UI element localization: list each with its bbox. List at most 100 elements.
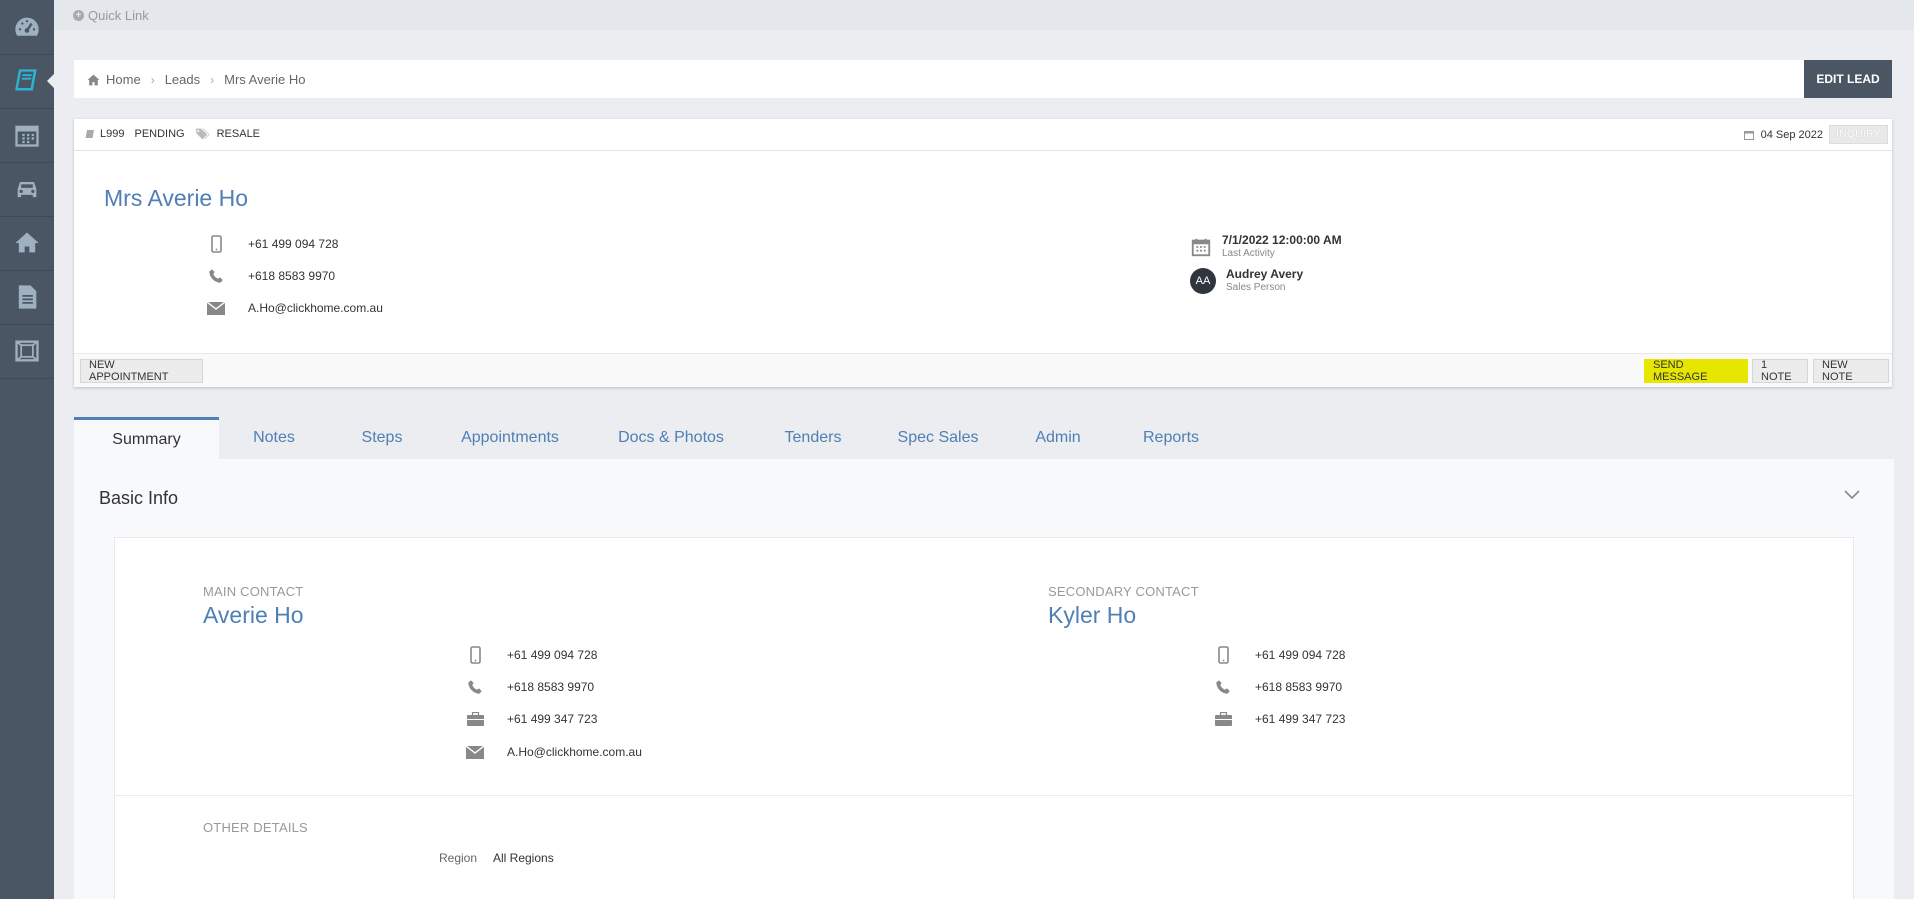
secondary-contact-name[interactable]: Kyler Ho xyxy=(1048,602,1136,629)
divider xyxy=(115,795,1853,796)
mobile-icon xyxy=(210,235,222,253)
lead-mobile-value[interactable]: +61 499 094 728 xyxy=(248,237,338,251)
secondary-contact-label: SECONDARY CONTACT xyxy=(1048,584,1199,599)
lead-card-footer: NEW APPOINTMENT SEND MESSAGE 1 NOTE NEW … xyxy=(74,353,1892,387)
new-note-button[interactable]: NEW NOTE xyxy=(1813,359,1889,383)
main-contact-name[interactable]: Averie Ho xyxy=(203,602,304,629)
tab-notes[interactable]: Notes xyxy=(219,417,329,459)
lead-id: L999 xyxy=(84,128,124,140)
phone-icon xyxy=(1216,680,1230,694)
sales-person: AA Audrey Avery Sales Person xyxy=(1190,268,1303,294)
breadcrumb-home[interactable]: Home xyxy=(87,72,141,87)
tags-icon xyxy=(195,128,210,140)
edit-lead-button[interactable]: EDIT LEAD xyxy=(1804,60,1892,98)
tab-summary[interactable]: Summary xyxy=(74,417,219,459)
sidebar-item-vehicles[interactable] xyxy=(0,162,54,216)
last-activity-label: Last Activity xyxy=(1222,248,1275,259)
calendar-icon xyxy=(1743,130,1754,140)
briefcase-icon xyxy=(1214,712,1232,726)
phone-icon xyxy=(468,680,482,694)
sidebar-item-calendar[interactable] xyxy=(0,108,54,162)
book-icon xyxy=(85,129,94,138)
secondary-contact-phone-value[interactable]: +618 8583 9970 xyxy=(1255,680,1342,694)
secondary-contact-mobile: +61 499 094 728 xyxy=(1205,646,1345,664)
main-contact-mobile: +61 499 094 728 xyxy=(457,646,597,664)
quick-link-label: Quick Link xyxy=(88,8,149,23)
sidebar-item-floorplans[interactable] xyxy=(0,324,54,378)
sidebar-item-leads[interactable] xyxy=(0,54,55,108)
sidebar-item-homes[interactable] xyxy=(0,216,54,270)
tab-docs-photos[interactable]: Docs & Photos xyxy=(585,417,757,459)
sidebar-item-dashboard[interactable] xyxy=(0,0,54,54)
main-contact-email-value[interactable]: A.Ho@clickhome.com.au xyxy=(507,745,642,759)
summary-panel: Basic Info MAIN CONTACT Averie Ho +61 49… xyxy=(74,459,1894,899)
secondary-contact-mobile-value[interactable]: +61 499 094 728 xyxy=(1255,648,1345,662)
lead-phone-value[interactable]: +618 8583 9970 xyxy=(248,269,335,283)
sidebar xyxy=(0,0,55,899)
section-title: Basic Info xyxy=(99,488,179,508)
breadcrumb: Home › Leads › Mrs Averie Ho xyxy=(87,72,306,87)
stage-badge: INQUIRY xyxy=(1829,125,1888,144)
main-contact-work: +61 499 347 723 xyxy=(457,712,597,726)
tab-tenders[interactable]: Tenders xyxy=(757,417,869,459)
lead-id-value: L999 xyxy=(100,128,125,140)
envelope-icon xyxy=(466,745,484,759)
lead-card: L999 PENDING RESALE 04 Sep 2022 INQUIRY … xyxy=(74,119,1892,387)
chevron-right-icon: › xyxy=(150,72,155,87)
lead-status: PENDING xyxy=(134,128,185,140)
main-contact-label: MAIN CONTACT xyxy=(203,584,304,599)
tab-admin[interactable]: Admin xyxy=(1007,417,1109,459)
tab-steps[interactable]: Steps xyxy=(329,417,435,459)
main-contact-phone: +618 8583 9970 xyxy=(457,679,594,695)
main-contact-phone-value[interactable]: +618 8583 9970 xyxy=(507,680,594,694)
mobile-icon xyxy=(469,646,481,664)
lead-type: RESALE xyxy=(195,128,260,140)
sales-person-label: Sales Person xyxy=(1226,282,1286,293)
last-activity: 7/1/2022 12:00:00 AM Last Activity xyxy=(1190,234,1342,260)
calendar-icon xyxy=(1191,238,1211,257)
send-message-button[interactable]: SEND MESSAGE xyxy=(1644,359,1748,383)
tab-reports[interactable]: Reports xyxy=(1109,417,1233,459)
lead-name: Mrs Averie Ho xyxy=(104,185,249,211)
document-icon xyxy=(18,285,37,309)
home-icon xyxy=(87,74,100,85)
breadcrumb-current: Mrs Averie Ho xyxy=(224,72,306,87)
home-icon xyxy=(15,232,39,253)
lead-mobile: +61 499 094 728 xyxy=(198,235,338,253)
car-icon xyxy=(17,182,37,198)
phone-icon xyxy=(209,269,223,283)
last-activity-value: 7/1/2022 12:00:00 AM xyxy=(1222,233,1342,247)
dashboard-icon xyxy=(15,17,39,36)
chevron-down-icon[interactable] xyxy=(1844,489,1860,503)
briefcase-icon xyxy=(466,712,484,726)
basic-info-card: MAIN CONTACT Averie Ho +61 499 094 728 +… xyxy=(114,537,1854,899)
secondary-contact-phone: +618 8583 9970 xyxy=(1205,679,1342,695)
tab-spec-sales[interactable]: Spec Sales xyxy=(869,417,1007,459)
plus-circle-icon: + xyxy=(73,10,84,21)
secondary-contact-work-value[interactable]: +61 499 347 723 xyxy=(1255,712,1345,726)
breadcrumb-home-label: Home xyxy=(106,72,141,87)
main-contact-work-value[interactable]: +61 499 347 723 xyxy=(507,712,597,726)
floorplan-icon xyxy=(15,340,39,362)
lead-email-value[interactable]: A.Ho@clickhome.com.au xyxy=(248,301,383,315)
region-label: Region xyxy=(439,851,478,865)
lead-date: 04 Sep 2022 xyxy=(1760,128,1823,141)
secondary-contact-work: +61 499 347 723 xyxy=(1205,712,1345,726)
quick-link-bar: + Quick Link xyxy=(54,0,1914,30)
new-appointment-button[interactable]: NEW APPOINTMENT xyxy=(80,359,203,383)
breadcrumb-leads[interactable]: Leads xyxy=(165,72,200,87)
sales-person-name[interactable]: Audrey Avery xyxy=(1226,268,1303,281)
quick-link[interactable]: + Quick Link xyxy=(73,8,149,23)
tab-appointments[interactable]: Appointments xyxy=(435,417,585,459)
mobile-icon xyxy=(1217,646,1229,664)
book-icon xyxy=(15,69,37,91)
main-contact-mobile-value[interactable]: +61 499 094 728 xyxy=(507,648,597,662)
lead-phone: +618 8583 9970 xyxy=(198,268,335,284)
tab-bar: Summary Notes Steps Appointments Docs & … xyxy=(74,417,1894,459)
calendar-icon xyxy=(15,125,39,147)
sidebar-item-documents[interactable] xyxy=(0,270,54,324)
region-value: All Regions xyxy=(493,851,554,865)
envelope-icon xyxy=(207,301,225,315)
avatar: AA xyxy=(1190,268,1216,294)
notes-count-button[interactable]: 1 NOTE xyxy=(1752,359,1808,383)
